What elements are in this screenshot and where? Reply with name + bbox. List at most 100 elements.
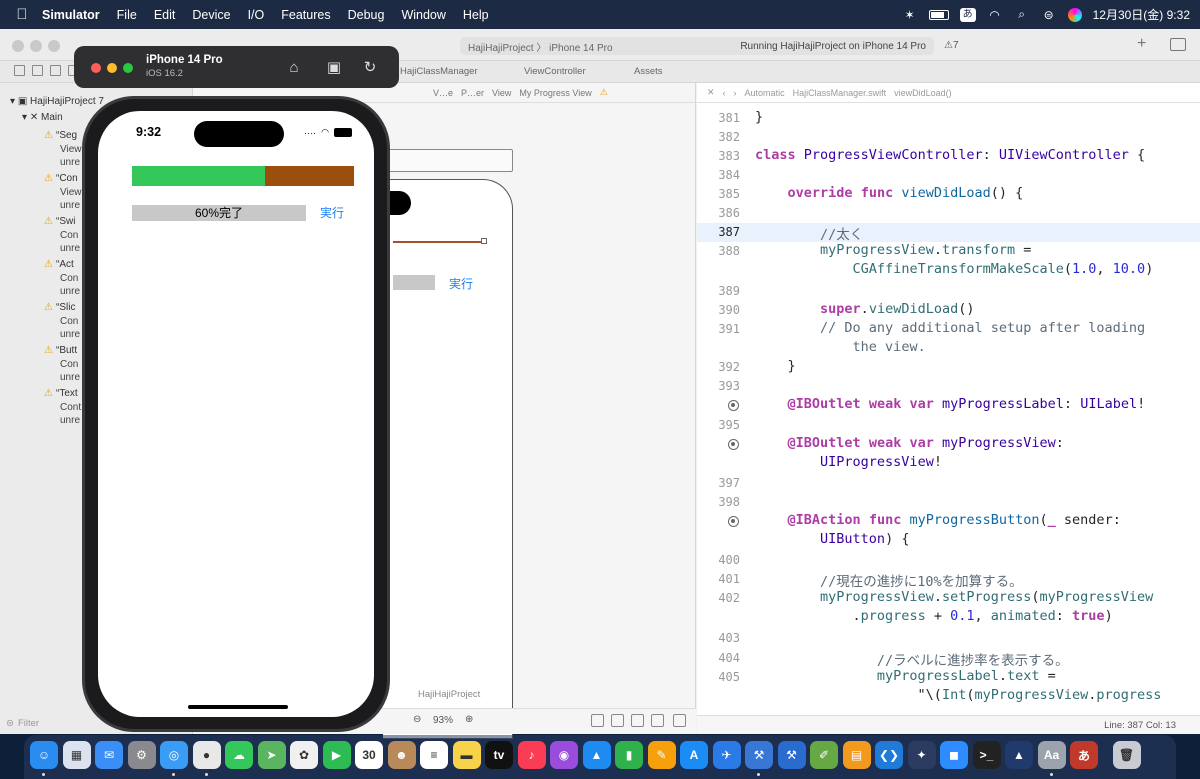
exec-button[interactable]: 実行 [320,205,344,221]
code-line[interactable]: 381} [697,109,1200,128]
navigator-warning-item[interactable]: ⚠ “Butt [44,344,77,358]
jump-item[interactable]: viewDidLoad() [894,88,952,98]
dock-app-trash[interactable]: 🗑 [1112,741,1141,769]
embed-in-icon[interactable] [673,714,686,727]
dock-app-font-book[interactable]: Aa [1037,741,1066,769]
code-line[interactable]: 400 [697,551,1200,570]
code-line[interactable]: 402 myProgressView.setProgress(myProgres… [697,589,1200,608]
code-line[interactable]: 403 [697,629,1200,648]
tab-view-controller[interactable]: ViewController [524,66,586,77]
menu-debug[interactable]: Debug [348,8,385,22]
line-number[interactable]: 382 [697,130,740,144]
navigator-warning-item[interactable]: ⚠ “Seg [44,129,77,143]
dock-app-finder[interactable]: ☺ [30,741,58,769]
align-icon[interactable] [611,714,624,727]
code-line[interactable]: 382 [697,128,1200,147]
line-number[interactable]: 403 [697,631,740,645]
navigator-warning-item[interactable]: ⚠ “Text [44,387,78,401]
sim-close-button[interactable] [91,63,101,73]
scheme-selector[interactable]: HajiHajiProject 〉 iPhone 14 Pro [468,39,613,54]
dock-app-xcode[interactable]: ⚒ [745,741,773,769]
code-line[interactable]: 391 // Do any additional setup after loa… [697,320,1200,339]
navigator-warning-item[interactable]: ⚠ “Act [44,258,74,272]
forward-icon[interactable]: › [734,88,737,98]
code-line[interactable]: 395 [697,416,1200,435]
line-number[interactable]: 397 [697,476,740,490]
screenshot-icon[interactable]: ▣ [324,57,344,77]
code-line[interactable]: 384 [697,166,1200,185]
code-line[interactable]: 405 myProgressLabel.text = [697,668,1200,687]
line-number[interactable]: 390 [697,303,740,317]
dock-app-contacts[interactable]: ☻ [387,741,416,769]
code-line[interactable]: .progress + 0.1, animated: true) [697,608,1200,627]
line-number[interactable]: 401 [697,572,740,586]
code-line[interactable]: 393 [697,377,1200,396]
menu-help[interactable]: Help [463,8,489,22]
code-editor[interactable]: ✕ ‹ › Automatic HajiClassManager.swift v… [697,83,1200,734]
code-line[interactable]: 389 [697,282,1200,301]
dock-app-vs-code[interactable]: ❮❯ [875,741,903,769]
line-number[interactable]: 391 [697,322,740,336]
warning-icon[interactable]: ⚠ [600,87,608,98]
dock-app-tv[interactable]: tv [485,741,513,769]
dock-app-coda[interactable]: ✐ [810,741,838,769]
close-editor-icon[interactable]: ✕ [707,87,715,98]
siri-icon[interactable] [1067,7,1082,22]
dock-app-notes[interactable]: ▬ [452,741,481,769]
menu-file[interactable]: File [117,8,137,22]
jump-item[interactable]: View [492,88,511,98]
zoom-in-icon[interactable]: ⊕ [465,714,473,725]
tab-assets[interactable]: Assets [634,66,663,77]
dock-app-podcasts[interactable]: ◉ [550,741,578,769]
jump-item[interactable]: P…er [461,88,484,98]
code-line[interactable]: UIButton) { [697,531,1200,550]
line-number[interactable]: 388 [697,244,740,258]
code-line[interactable]: 386 [697,204,1200,223]
zoom-level[interactable]: 93% [433,715,453,726]
scene-progress-view[interactable] [393,241,483,243]
dock-app-system-settings[interactable]: ⚙ [127,741,156,769]
menu-io[interactable]: I/O [248,8,265,22]
dock-app-launchpad[interactable]: ▦ [62,741,91,769]
code-line[interactable]: 404 //ラベルに進捗率を表示する。 [697,649,1200,669]
navigator-group-main[interactable]: ▾ ✕ Main [22,111,63,125]
apple-menu-icon[interactable]:  [14,6,30,23]
menu-device[interactable]: Device [192,8,230,22]
line-number[interactable]: 402 [697,591,740,605]
dock-app-affinity[interactable]: ▲ [1005,741,1033,769]
dock-app-photos[interactable]: ✿ [290,741,318,769]
dock-app-mail[interactable]: ✉ [95,741,123,769]
code-line[interactable]: 388 myProgressView.transform = [697,242,1200,261]
line-number[interactable]: 405 [697,670,740,684]
dock-app-reminders[interactable]: ≡ [420,741,448,769]
scene-progress-label[interactable] [393,275,435,290]
code-line[interactable]: @IBAction func myProgressButton(_ sender… [697,512,1200,531]
code-line[interactable]: CGAffineTransformMakeScale(1.0, 10.0) [697,261,1200,280]
add-constraints-icon[interactable] [631,714,644,727]
resize-handle[interactable] [481,238,487,244]
dock-app-xcode-beta[interactable]: ⚒ [777,741,806,769]
scheme-activity-bar[interactable]: HajiHajiProject 〉 iPhone 14 Pro Running … [460,37,934,55]
line-number[interactable]: 389 [697,284,740,298]
line-number[interactable]: 383 [697,149,740,163]
line-number[interactable]: 381 [697,111,740,125]
rotate-icon[interactable]: ↻ [360,57,380,77]
menu-edit[interactable]: Edit [154,8,176,22]
dock-app-maps[interactable]: ➤ [257,741,286,769]
home-icon[interactable]: ⌂ [284,57,304,77]
code-line[interactable]: the view. [697,339,1200,358]
line-number[interactable]: 392 [697,360,740,374]
line-number[interactable]: 400 [697,553,740,567]
code-line[interactable]: 398 [697,493,1200,512]
line-number[interactable]: 398 [697,495,740,509]
line-number[interactable]: 395 [697,418,740,432]
code-line[interactable]: UIProgressView! [697,454,1200,473]
debug-bar-project[interactable]: HajiHajiProject [418,689,480,700]
project-navigator-icon[interactable] [14,65,25,76]
iphone-screen[interactable]: 9:32 ···· ◠ 60%完了 実行 [98,111,374,717]
battery-icon[interactable] [928,9,949,20]
dock-app-kotoeri[interactable]: あ [1070,741,1098,769]
scene-exec-button[interactable]: 実行 [449,275,473,292]
code-line[interactable]: 383 class ProgressViewController: UIViewC… [697,147,1200,166]
code-line[interactable]: @IBOutlet weak var myProgressLabel: UILa… [697,396,1200,415]
